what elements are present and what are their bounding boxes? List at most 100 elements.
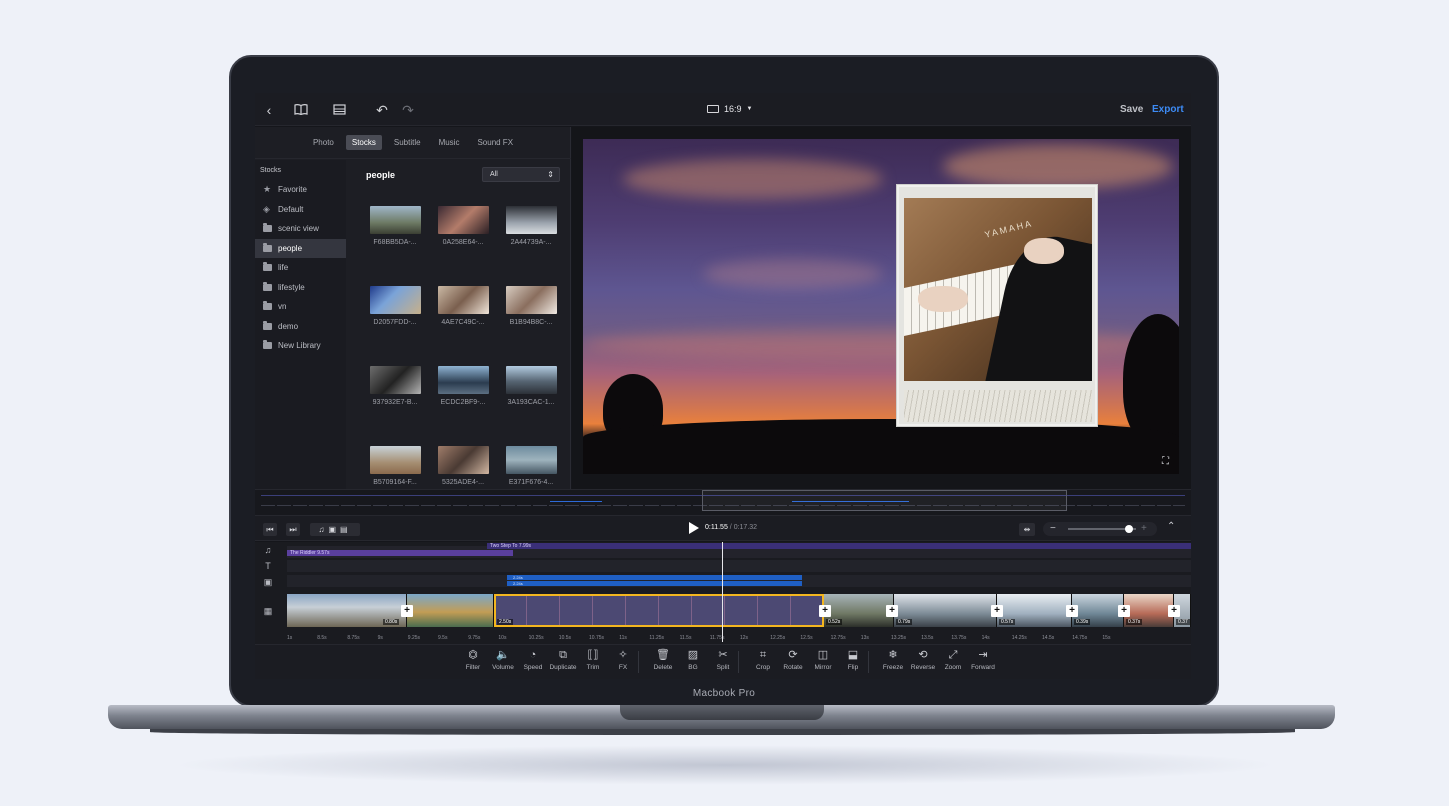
thumbnail-caption: 4AE7C49C-...	[441, 319, 485, 326]
add-transition-icon[interactable]: +	[886, 605, 898, 617]
sidebar-item-vn[interactable]: vn	[255, 297, 346, 317]
flip-button[interactable]: ⬓ Flip	[838, 649, 868, 671]
rotate-button[interactable]: ⟳ Rotate	[778, 649, 808, 671]
timeline[interactable]: ♫ T ▣ ▦ Two Step To 7.99s The Riddler 9.…	[255, 542, 1191, 632]
video-clip[interactable]: 0.80s +	[287, 594, 413, 627]
landscape-silhouette	[583, 419, 1179, 474]
tab-sound-fx[interactable]: Sound FX	[471, 135, 519, 150]
bg-button[interactable]: ▨ BG	[678, 649, 708, 671]
effect-clip[interactable]: 2.24s	[507, 575, 802, 580]
playhead[interactable]	[722, 542, 723, 642]
split-button[interactable]: ✂ Split	[708, 649, 738, 671]
overview-timeline[interactable]	[255, 489, 1191, 515]
sidebar-item-life[interactable]: life	[255, 258, 346, 278]
sidebar-item-people[interactable]: people	[255, 238, 346, 258]
reverse-button[interactable]: ⟲ Reverse	[908, 649, 938, 671]
aspect-ratio-selector[interactable]: 16:9 ▼	[707, 104, 752, 114]
undo-icon[interactable]: ↶	[374, 102, 390, 118]
tool-label: Flip	[847, 664, 859, 671]
video-clip[interactable]: 0.37s +	[1124, 594, 1180, 627]
add-transition-icon[interactable]: +	[1118, 605, 1130, 617]
back-icon[interactable]: ‹	[261, 102, 277, 118]
time-ruler[interactable]: 1s 8.5s 8.75s 9s 9.25s 9.5s 9.75s 10s 10.25s 10.5…	[255, 632, 1191, 644]
volume-button[interactable]: 🔈 Volume	[488, 649, 518, 671]
tab-stocks[interactable]: Stocks	[345, 135, 382, 150]
fullscreen-icon[interactable]: ⛶	[1162, 457, 1172, 467]
add-track-icons[interactable]: ♫▣▤	[310, 523, 360, 536]
sidebar-item-lifestyle[interactable]: lifestyle	[255, 278, 346, 298]
effect-clip[interactable]: 2.24s	[507, 581, 802, 586]
audio-clip[interactable]: Two Step To 7.99s	[487, 543, 1191, 549]
delete-button[interactable]: 🗑 Delete	[648, 649, 678, 671]
video-clip[interactable]: 0.52s +	[824, 594, 898, 627]
video-clip[interactable]: 0.57s +	[997, 594, 1078, 627]
add-transition-icon[interactable]: +	[819, 605, 831, 617]
thumbnail[interactable]: ECDC2BF9-...	[429, 366, 497, 446]
video-clip[interactable]	[407, 594, 494, 627]
video-clip[interactable]: 0.39s +	[1072, 594, 1130, 627]
zoom-slider[interactable]: − +	[1043, 522, 1157, 536]
add-transition-icon[interactable]: +	[1066, 605, 1078, 617]
library-tabs: Photo Stocks Subtitle Music Sound FX	[255, 127, 571, 159]
audio-clip[interactable]: The Riddler 9.57s	[287, 550, 513, 556]
sidebar-item-demo[interactable]: demo	[255, 317, 346, 337]
overview-viewport[interactable]	[702, 490, 1067, 511]
tab-music[interactable]: Music	[433, 135, 466, 150]
sidebar-item-default[interactable]: ◈ Default	[255, 200, 346, 220]
add-transition-icon[interactable]: +	[1168, 605, 1180, 617]
thumbnail[interactable]: 2A44739A-...	[497, 206, 565, 286]
filter-select[interactable]: All ⇕	[482, 167, 560, 182]
zoom-knob[interactable]	[1125, 525, 1133, 533]
thumbnail[interactable]: 937932E7-B...	[361, 366, 429, 446]
crop-button[interactable]: ⌗ Crop	[748, 649, 778, 671]
thumbnail[interactable]: 3A193CAC-1...	[497, 366, 565, 446]
photo-overlay[interactable]: YAMAHA	[897, 185, 1097, 426]
ruler-tick: 12.75s	[830, 635, 846, 641]
ruler-tick: 13s	[860, 635, 869, 641]
tab-subtitle[interactable]: Subtitle	[388, 135, 427, 150]
ruler-tick: 13.75s	[951, 635, 967, 641]
thumbnail[interactable]: 0A258E64-...	[429, 206, 497, 286]
ruler-tick: 14.25s	[1011, 635, 1027, 641]
forward-button[interactable]: ⇥ Forward	[968, 649, 998, 671]
video-preview[interactable]: YAMAHA	[583, 139, 1179, 474]
redo-icon[interactable]: ↷	[400, 102, 416, 118]
sidebar-item-favorite[interactable]: ★ Favorite	[255, 180, 346, 200]
zoom-in-icon[interactable]: +	[1141, 522, 1147, 536]
panel-icon[interactable]	[331, 102, 347, 118]
trim-button[interactable]: ⟦⟧ Trim	[578, 649, 608, 671]
scissors-icon: ✂	[718, 649, 728, 661]
library-icon[interactable]	[293, 102, 309, 118]
duplicate-icon: ⧉	[559, 649, 567, 661]
fx-button[interactable]: ✧ FX	[608, 649, 638, 671]
play-icon[interactable]	[689, 522, 699, 534]
filter-button[interactable]: ⏣ Filter	[458, 649, 488, 671]
zoom-button[interactable]: ⤢ Zoom	[938, 649, 968, 671]
thumbnail-caption: 5325ADE4-...	[441, 479, 485, 486]
duplicate-button[interactable]: ⧉ Duplicate	[548, 649, 578, 671]
add-transition-icon[interactable]: +	[991, 605, 1003, 617]
video-clip[interactable]: 0.79s +	[894, 594, 1003, 627]
add-transition-icon[interactable]: +	[401, 605, 413, 617]
thumbnail[interactable]: D2057FDD-...	[361, 286, 429, 366]
sidebar-item-label: scenic view	[278, 224, 319, 234]
current-time: 0:11.55	[705, 524, 728, 531]
thumbnail[interactable]: B1B94B8C-...	[497, 286, 565, 366]
skip-start-icon[interactable]: ⏮	[263, 523, 277, 536]
thumbnail[interactable]: 4AE7C49C-...	[429, 286, 497, 366]
save-button[interactable]: Save	[1120, 104, 1143, 115]
fit-icon[interactable]: ⇹	[1019, 523, 1035, 536]
tool-label: Speed	[523, 664, 543, 671]
sidebar-item-new-library[interactable]: New Library	[255, 336, 346, 356]
export-button[interactable]: Export	[1152, 104, 1184, 115]
collapse-icon[interactable]: ⌃	[1167, 521, 1175, 532]
video-clip[interactable]: 2.50s +	[494, 594, 831, 627]
mirror-button[interactable]: ◫ Mirror	[808, 649, 838, 671]
zoom-out-icon[interactable]: −	[1050, 522, 1056, 536]
tab-photo[interactable]: Photo	[307, 135, 340, 150]
skip-end-icon[interactable]: ⏭	[286, 523, 300, 536]
sidebar-item-scenic-view[interactable]: scenic view	[255, 219, 346, 239]
thumbnail[interactable]: F68BB5DA-...	[361, 206, 429, 286]
freeze-button[interactable]: ❄ Freeze	[878, 649, 908, 671]
speed-button[interactable]: ◔ Speed	[518, 649, 548, 671]
